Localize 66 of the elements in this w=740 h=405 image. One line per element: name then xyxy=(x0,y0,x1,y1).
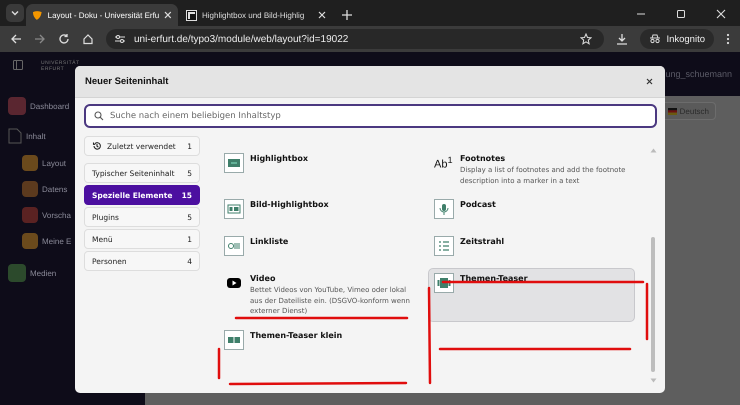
document-icon xyxy=(8,128,22,144)
star-icon[interactable] xyxy=(580,33,592,45)
url-text: uni-erfurt.de/typo3/module/web/layout?id=19022 xyxy=(134,34,348,44)
content-type-item[interactable]: Bild-Highlightbox xyxy=(218,194,420,228)
reload-icon[interactable] xyxy=(58,33,70,45)
tab-title: Highlightbox und Bild-Highlig xyxy=(202,10,306,20)
sidebar-label: Layout xyxy=(42,158,66,168)
history-icon xyxy=(92,141,102,151)
content-type-item[interactable]: Podcast xyxy=(428,194,635,228)
search-field[interactable]: Suche nach einem beliebigen Inhaltstyp xyxy=(84,104,657,128)
tab-list-button[interactable] xyxy=(6,4,24,22)
scrollbar-thumb[interactable] xyxy=(651,237,655,372)
item-title: Highlightbox xyxy=(250,154,308,163)
footnote-icon: Ab$^{1}$ xyxy=(434,153,454,186)
layout-icon xyxy=(224,330,244,350)
sidebar-label: Datens xyxy=(42,184,68,194)
content-type-item[interactable]: Themen-Teaser xyxy=(428,268,635,322)
list-icon xyxy=(434,236,454,256)
forward-arrow-icon[interactable] xyxy=(34,33,46,45)
user-name: ung_schuemann xyxy=(665,69,732,79)
address-bar[interactable]: uni-erfurt.de/typo3/module/web/layout?id=19022 xyxy=(106,29,604,49)
content-type-item[interactable]: Highlightbox xyxy=(218,148,420,191)
incognito-icon xyxy=(649,34,662,44)
close-window-icon[interactable] xyxy=(716,9,726,19)
microphone-icon xyxy=(434,199,454,219)
cms-logo-icon xyxy=(32,10,43,20)
download-icon[interactable] xyxy=(616,33,628,45)
incognito-badge[interactable]: Inkognito xyxy=(640,29,714,49)
flag-icon xyxy=(668,108,677,114)
layout-icon xyxy=(224,153,244,173)
content-type-item[interactable]: Linkliste xyxy=(218,231,420,265)
item-title: Themen-Teaser klein xyxy=(250,330,342,340)
maximize-icon[interactable] xyxy=(676,9,686,19)
content-type-item[interactable]: Themen-Teaser klein xyxy=(218,324,420,358)
sidebar-label: Meine E xyxy=(42,236,72,246)
item-title: Linkliste xyxy=(250,237,288,246)
browser-tab[interactable]: Layout - Doku - Universität Erfu xyxy=(26,4,178,26)
item-title: Video xyxy=(250,274,276,283)
home-icon[interactable] xyxy=(82,33,94,45)
image-icon xyxy=(224,199,244,219)
item-title: Zeitstrahl xyxy=(460,237,504,246)
sidebar-label: Inhalt xyxy=(26,132,46,140)
sidebar-label: Medien xyxy=(30,268,56,278)
profile-label: Inkognito xyxy=(666,34,705,44)
browser-tab[interactable]: Highlightbox und Bild-Highlig xyxy=(180,4,332,26)
more-icon[interactable] xyxy=(726,33,730,45)
search-icon xyxy=(94,111,104,121)
dialog-title: Neuer Seiteninhalt xyxy=(85,76,168,87)
item-title: Themen-Teaser xyxy=(460,274,528,283)
content-type-item[interactable]: Zeitstrahl xyxy=(428,231,635,265)
chevron-down-icon xyxy=(10,8,20,18)
close-icon[interactable] xyxy=(646,78,653,85)
sidebar-toggle-icon[interactable] xyxy=(13,60,23,70)
sidebar-label: Dashboard xyxy=(30,102,70,110)
sidebar-label: Vorscha xyxy=(42,210,71,220)
annotation-stroke xyxy=(218,348,220,380)
item-title: Footnotes xyxy=(460,154,506,163)
page-icon xyxy=(186,10,197,20)
tab-title: Layout - Doku - Universität Erfu xyxy=(48,10,160,20)
layout-icon xyxy=(434,273,454,293)
item-title: Bild-Highlightbox xyxy=(250,200,329,209)
back-arrow-icon[interactable] xyxy=(10,33,22,45)
sliders-icon[interactable] xyxy=(114,34,126,44)
list-icon xyxy=(224,236,244,256)
item-title: Podcast xyxy=(460,200,496,209)
new-tab-icon[interactable] xyxy=(342,10,352,20)
